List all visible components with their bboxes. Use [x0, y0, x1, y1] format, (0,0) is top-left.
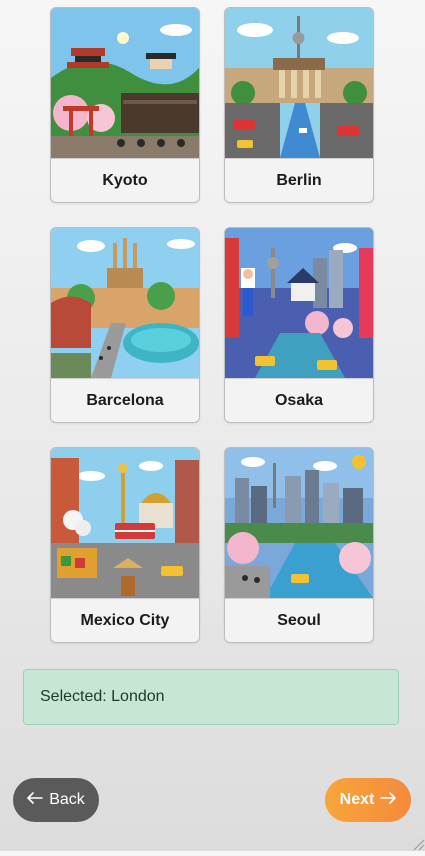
- city-name: Berlin: [225, 158, 373, 202]
- city-name: Osaka: [225, 378, 373, 422]
- city-card-osaka[interactable]: Osaka: [224, 227, 374, 423]
- arrow-right-icon: [380, 791, 397, 809]
- barcelona-illustration: [51, 228, 199, 378]
- city-card-mexico-city[interactable]: Mexico City: [50, 447, 200, 643]
- kyoto-illustration: [51, 8, 199, 158]
- selected-city-status: Selected: London: [23, 669, 399, 725]
- seoul-illustration: [225, 448, 373, 598]
- city-card-seoul[interactable]: Seoul: [224, 447, 374, 643]
- city-card-berlin[interactable]: Berlin: [224, 7, 374, 203]
- city-card-barcelona[interactable]: Barcelona: [50, 227, 200, 423]
- back-button[interactable]: Back: [13, 778, 99, 822]
- city-name: Mexico City: [51, 598, 199, 642]
- osaka-illustration: [225, 228, 373, 378]
- next-button[interactable]: Next: [325, 778, 411, 822]
- city-name: Kyoto: [51, 158, 199, 202]
- berlin-illustration: [225, 8, 373, 158]
- city-name: Barcelona: [51, 378, 199, 422]
- back-button-label: Back: [49, 791, 85, 808]
- resize-grip-icon[interactable]: [411, 837, 425, 851]
- next-button-label: Next: [339, 791, 375, 808]
- city-card-kyoto[interactable]: Kyoto: [50, 7, 200, 203]
- arrow-left-icon: [27, 791, 44, 809]
- city-name: Seoul: [225, 598, 373, 642]
- city-grid: Kyoto Berlin Barcelona Osaka Mexico City…: [50, 7, 375, 643]
- mexico-city-illustration: [51, 448, 199, 598]
